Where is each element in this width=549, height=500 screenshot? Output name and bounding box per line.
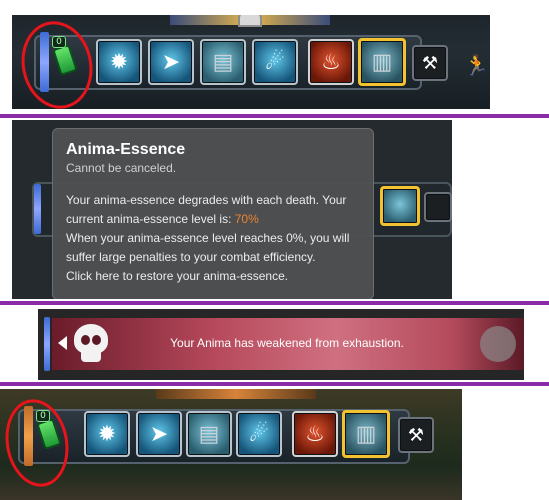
drill-icon-faded bbox=[480, 326, 516, 362]
sprint-icon[interactable]: 🏃 bbox=[464, 53, 489, 77]
tooltip-line-1: Your anima-essence degrades with each de… bbox=[66, 193, 347, 207]
top-decoration bbox=[156, 389, 316, 399]
tooltip-line-2: current anima-essence level is: 70% bbox=[66, 210, 360, 229]
exhaustion-banner: Your Anima has weakened from exhaustion. bbox=[52, 318, 524, 370]
canister-icon: ▤ bbox=[198, 421, 220, 447]
skill-slot-3[interactable]: ▤ bbox=[186, 411, 232, 457]
tooltip-panel: Anima-Essence Cannot be canceled. Your a… bbox=[12, 120, 452, 299]
skill-slot-3[interactable]: ▤ bbox=[200, 39, 246, 85]
drill-icon: ⚒ bbox=[421, 52, 439, 74]
tooltip-level-label: current anima-essence level is: bbox=[66, 212, 235, 226]
skill-slot-4[interactable]: ☄ bbox=[252, 39, 298, 85]
tooltip-restore-link[interactable]: Click here to restore your anima-essence… bbox=[66, 267, 360, 286]
skill-slot-7[interactable]: ⚒ bbox=[398, 417, 434, 453]
tooltip-body: Your anima-essence degrades with each de… bbox=[66, 191, 360, 286]
divider-1 bbox=[0, 114, 549, 118]
tooltip-title: Anima-Essence bbox=[66, 141, 186, 158]
tooltip-line-3: When your anima-essence level reaches 0%… bbox=[66, 231, 350, 245]
arrow-left-icon bbox=[58, 336, 67, 350]
hotbar-panel-bottom: 0 ✹ ➤ ▤ ☄ ♨ ▥ ⚒ bbox=[0, 389, 462, 500]
gear-burst-icon: ✹ bbox=[97, 421, 117, 447]
annotation-circle bbox=[13, 15, 101, 109]
hotbar-panel-top: 0 ✹ ➤ ▤ ☄ ♨ ▥ ⚒ 🏃 bbox=[12, 15, 490, 109]
dash-arrows-icon: ➤ bbox=[161, 49, 181, 75]
fire-target-icon: ♨ bbox=[305, 421, 325, 447]
divider-3 bbox=[0, 382, 549, 386]
skill-slot-7[interactable]: ⚒ bbox=[412, 45, 448, 81]
gear-burst-icon: ✹ bbox=[109, 49, 129, 75]
skill-slot-2[interactable]: ➤ bbox=[136, 411, 182, 457]
drill-icon: ⚒ bbox=[407, 424, 425, 446]
skill-slot-6-selected[interactable]: ▥ bbox=[342, 410, 390, 458]
skill-slot-6-background bbox=[380, 186, 420, 226]
skill-slot-6-selected[interactable]: ▥ bbox=[358, 38, 406, 86]
divider-2 bbox=[0, 301, 549, 305]
anima-level-value: 70% bbox=[234, 212, 259, 226]
tooltip-subtitle: Cannot be canceled. bbox=[66, 161, 177, 175]
hand-cannon-icon: ☄ bbox=[265, 49, 285, 75]
barrel-icon: ▥ bbox=[355, 421, 377, 447]
barrel-icon: ▥ bbox=[371, 49, 393, 75]
hand-cannon-icon: ☄ bbox=[249, 421, 269, 447]
skill-slot-4[interactable]: ☄ bbox=[236, 411, 282, 457]
skill-slot-1[interactable]: ✹ bbox=[96, 39, 142, 85]
skill-slot-5[interactable]: ♨ bbox=[292, 411, 338, 457]
skull-icon bbox=[72, 324, 110, 364]
notification-panel: Your Anima has weakened from exhaustion. bbox=[38, 309, 524, 380]
canister-icon: ▤ bbox=[212, 49, 234, 75]
skill-slot-1[interactable]: ✹ bbox=[84, 411, 130, 457]
tooltip-line-4: suffer large penalties to your combat ef… bbox=[66, 250, 316, 264]
skill-slot-7-background bbox=[424, 192, 452, 222]
banner-message: Your Anima has weakened from exhaustion. bbox=[170, 336, 404, 350]
center-emblem-icon bbox=[238, 15, 262, 27]
anima-gauge-background bbox=[44, 317, 50, 371]
skill-slot-5[interactable]: ♨ bbox=[308, 39, 354, 85]
skill-slot-2[interactable]: ➤ bbox=[148, 39, 194, 85]
anima-gauge-background bbox=[34, 184, 41, 234]
fire-target-icon: ♨ bbox=[321, 49, 341, 75]
dash-arrows-icon: ➤ bbox=[149, 421, 169, 447]
anima-essence-tooltip[interactable]: Anima-Essence Cannot be canceled. Your a… bbox=[52, 128, 374, 299]
